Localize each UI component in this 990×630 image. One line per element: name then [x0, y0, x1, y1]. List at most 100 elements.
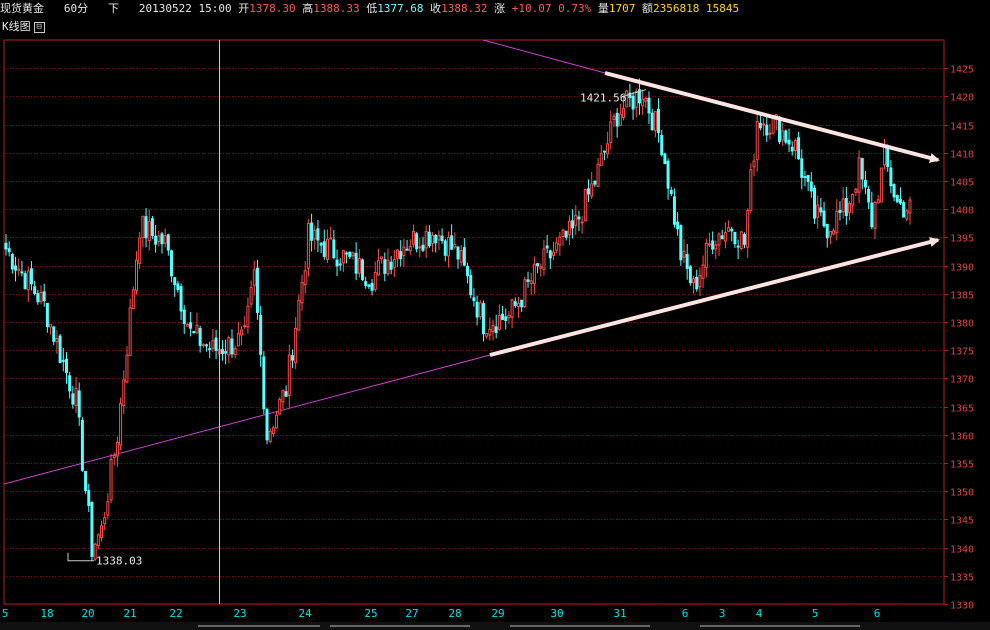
candle-body [481, 303, 485, 335]
candle-body [147, 221, 151, 242]
candle-body [109, 458, 113, 501]
candle-body [125, 354, 129, 383]
candle-body [720, 235, 724, 240]
x-tick-label: 5 [2, 607, 9, 620]
candle-body [294, 327, 298, 363]
candle-body [567, 220, 571, 236]
candle-body [905, 210, 909, 220]
low-annotation: 1338.03 [96, 555, 142, 568]
candle-body [526, 279, 530, 282]
candle-body [685, 254, 689, 269]
candle-body [389, 261, 393, 270]
candle-body [45, 302, 49, 328]
candle-body [141, 215, 145, 239]
candle-body [657, 109, 661, 134]
y-tick-label: 1400 [950, 206, 974, 217]
candle-body [300, 282, 304, 304]
candle-body [596, 163, 600, 187]
candle-body [599, 153, 603, 166]
candle-body [695, 276, 699, 290]
candle-body [727, 227, 731, 232]
candle-body [189, 322, 193, 329]
candle-body [752, 160, 756, 168]
candle-body [284, 391, 288, 397]
candle-body [259, 314, 263, 355]
candle-body [762, 123, 766, 126]
candle-body [23, 273, 27, 290]
y-tick-label: 1380 [950, 319, 974, 330]
candle-body [606, 143, 610, 155]
candle-body [513, 301, 517, 306]
candle-body [240, 329, 244, 336]
candle-body [806, 174, 810, 182]
candle-body [870, 202, 874, 228]
candle-body [74, 388, 78, 406]
candle-body [472, 297, 476, 302]
candle-body [784, 130, 788, 143]
candle-body [790, 146, 794, 152]
candle-body [182, 309, 186, 324]
candle-body [551, 251, 555, 256]
candle-body [29, 268, 33, 285]
candle-body [542, 248, 546, 270]
candle-body [504, 316, 508, 322]
candle-body [529, 280, 533, 284]
candle-body [647, 97, 651, 114]
candle-body [68, 375, 72, 392]
candle-body [262, 356, 266, 410]
candle-body [252, 269, 256, 286]
candle-body [87, 490, 91, 506]
candle-body [854, 188, 858, 193]
candle-body [90, 501, 94, 557]
candlestick-chart[interactable]: 1421.561338.03 1330133513401345135013551… [0, 0, 990, 630]
candle-body [902, 202, 906, 218]
candle-body [755, 121, 759, 161]
candle-body [431, 235, 435, 244]
candle-body [198, 328, 202, 346]
candle-body [351, 252, 355, 257]
candle-body [501, 313, 505, 320]
candle-body [36, 293, 40, 303]
y-tick-label: 1345 [950, 516, 974, 527]
candle-body [243, 325, 247, 328]
candle-body [459, 250, 463, 263]
candle-body [373, 271, 377, 290]
candle-body [723, 232, 727, 242]
candle-body [185, 323, 189, 327]
candle-body [653, 111, 657, 131]
candle-body [154, 235, 158, 245]
candle-body [383, 259, 387, 274]
candle-body [889, 167, 893, 187]
candle-body [224, 351, 228, 354]
candle-body [278, 398, 282, 415]
candle-body [898, 198, 902, 204]
support-trendline [3, 354, 491, 485]
candle-body [392, 258, 396, 268]
candle-body [341, 250, 345, 264]
candle-body [714, 244, 718, 250]
candle-body [415, 233, 419, 250]
candle-body [844, 198, 848, 217]
candle-body [33, 286, 37, 294]
candle-body [166, 234, 170, 251]
candle-body [466, 265, 470, 277]
candle-body [574, 214, 578, 226]
candle-body [488, 328, 492, 336]
candle-body [704, 242, 708, 269]
candle-body [666, 160, 670, 189]
candle-body [138, 237, 142, 264]
candle-body [867, 188, 871, 203]
candle-body [427, 231, 431, 247]
x-tick-label: 4 [756, 607, 763, 620]
collapse-icon[interactable]: ⊟ [33, 21, 45, 33]
candle-body [386, 259, 390, 275]
candle-body [577, 216, 581, 220]
candle-body [303, 270, 307, 286]
candle-body [863, 179, 867, 188]
candle-body [364, 281, 368, 286]
candle-body [835, 210, 839, 233]
candle-body [71, 393, 75, 405]
candle-body [739, 231, 743, 249]
candle-body [469, 274, 473, 296]
candle-body [7, 248, 11, 253]
